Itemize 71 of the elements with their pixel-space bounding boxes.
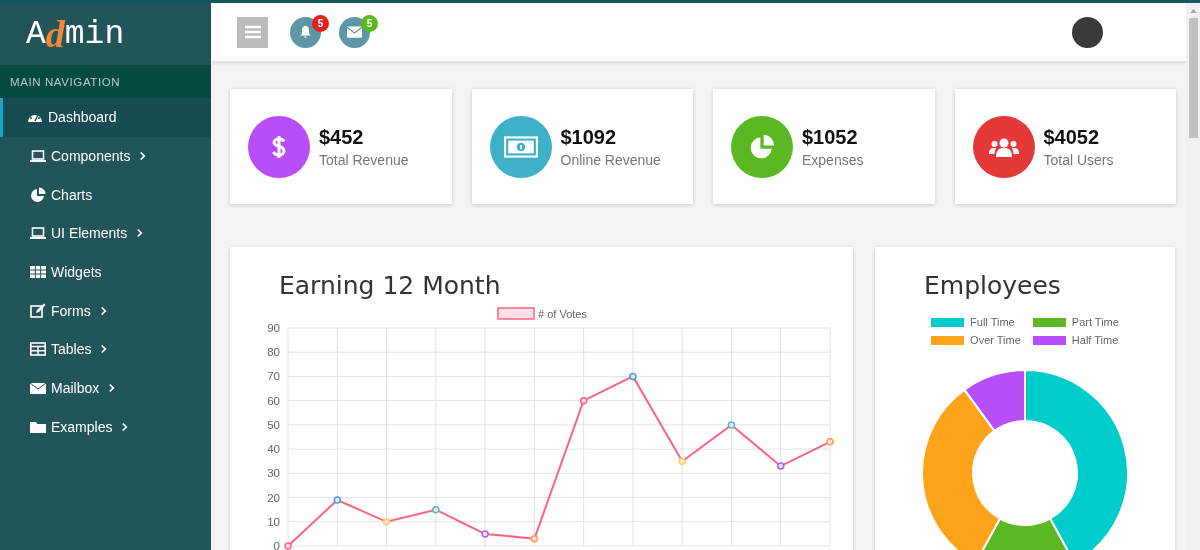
menu-button[interactable] bbox=[237, 16, 268, 48]
users-icon bbox=[988, 136, 1019, 157]
axis-tick-label: 10 bbox=[267, 515, 280, 528]
edit-icon bbox=[30, 302, 46, 319]
data-point bbox=[530, 535, 539, 543]
axis-tick-label: 20 bbox=[267, 491, 280, 504]
sidebar-item[interactable]: Charts bbox=[0, 175, 211, 215]
notification-count-badge: 5 bbox=[312, 14, 329, 32]
data-point bbox=[826, 438, 834, 446]
data-point bbox=[629, 372, 637, 381]
stat-label: Expenses bbox=[802, 151, 864, 168]
menu-icon bbox=[244, 25, 261, 39]
notifications-button[interactable] bbox=[290, 16, 321, 48]
legend-label: # of Votes bbox=[538, 307, 588, 320]
data-point bbox=[777, 462, 785, 470]
stat-value: $1052 bbox=[802, 125, 859, 149]
legend-label: Half Time bbox=[1071, 334, 1119, 346]
banknote-icon bbox=[503, 135, 538, 158]
stat-value: $4052 bbox=[1043, 125, 1101, 149]
navigation-heading: MAIN NAVIGATION bbox=[0, 65, 211, 98]
stat-value: $452 bbox=[319, 125, 365, 149]
axis-tick-label: 90 bbox=[267, 322, 280, 334]
legend-label: Over Time bbox=[970, 334, 1021, 346]
chart-legend-item: # of Votes bbox=[497, 307, 587, 320]
axis-tick-label: 30 bbox=[267, 467, 280, 480]
pie-chart-icon bbox=[749, 133, 775, 160]
laptop-icon bbox=[30, 225, 46, 242]
admin-logo: Admin bbox=[25, 12, 126, 57]
data-point bbox=[579, 396, 588, 405]
sidebar-item[interactable]: Mailbox bbox=[0, 368, 211, 408]
axis-tick-label: 70 bbox=[267, 370, 280, 383]
axis-tick-label: 80 bbox=[267, 346, 280, 359]
sidebar-item[interactable]: UI Elements bbox=[0, 214, 211, 253]
user-avatar[interactable] bbox=[1072, 16, 1103, 48]
stat-value: $1092 bbox=[560, 125, 618, 149]
envelope-icon bbox=[30, 380, 46, 397]
laptop-icon bbox=[30, 148, 46, 165]
table-icon bbox=[30, 341, 46, 358]
sidebar-item[interactable]: Dashboard bbox=[0, 98, 211, 137]
envelope-icon bbox=[347, 25, 362, 39]
sidebar-item[interactable]: Examples bbox=[0, 407, 211, 447]
stat-label: Online Revenue bbox=[560, 151, 661, 168]
grid-icon bbox=[30, 264, 46, 281]
sidebar-item[interactable]: Forms bbox=[0, 291, 211, 331]
data-point bbox=[678, 457, 686, 465]
data-point bbox=[382, 518, 391, 526]
data-point bbox=[333, 496, 341, 504]
bell-icon bbox=[298, 25, 313, 39]
axis-tick-label: 0 bbox=[273, 540, 280, 550]
dollar-icon bbox=[271, 133, 287, 160]
legend-label: Part Time bbox=[1071, 316, 1119, 328]
pie-chart-icon bbox=[30, 186, 46, 203]
legend-label: Full Time bbox=[970, 316, 1015, 328]
card-title: Earning 12 Month bbox=[278, 270, 502, 300]
scroll-up-icon[interactable] bbox=[1189, 9, 1197, 13]
data-point bbox=[284, 542, 292, 550]
data-point bbox=[481, 530, 489, 538]
scrollbar-thumb[interactable] bbox=[1188, 18, 1198, 138]
sidebar-item[interactable]: Components bbox=[0, 136, 211, 176]
messages-button[interactable] bbox=[339, 16, 370, 48]
axis-tick-label: 40 bbox=[267, 443, 280, 456]
data-point bbox=[432, 505, 440, 514]
axis-tick-label: 50 bbox=[267, 418, 280, 431]
axis-tick-label: 60 bbox=[267, 394, 280, 407]
sidebar-item[interactable]: Widgets bbox=[0, 252, 211, 292]
card-title: Employees bbox=[923, 270, 1062, 300]
sidebar-item[interactable]: Tables bbox=[0, 330, 211, 369]
message-count-badge: 5 bbox=[361, 14, 378, 32]
stat-label: Total Users bbox=[1043, 151, 1114, 168]
data-point bbox=[727, 421, 736, 429]
stat-label: Total Revenue bbox=[319, 151, 409, 168]
